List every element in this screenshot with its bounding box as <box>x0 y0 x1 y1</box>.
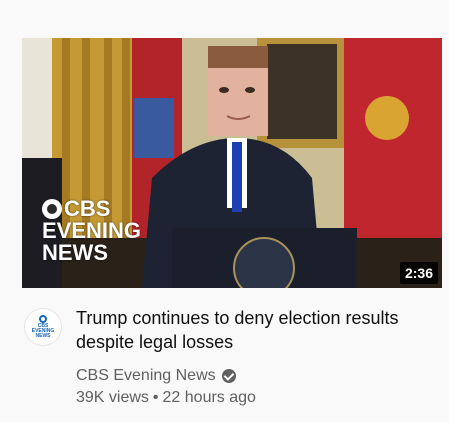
cbs-eye-icon <box>39 315 47 323</box>
video-title[interactable]: Trump continues to deny election results… <box>76 306 416 354</box>
logo-line-evening: EVENING <box>42 218 142 243</box>
video-metadata: 39K views • 22 hours ago <box>76 389 256 407</box>
channel-name-link[interactable]: CBS Evening News <box>76 367 236 385</box>
cbs-eye-icon <box>42 199 62 219</box>
video-card[interactable]: CBS EVENING NEWS 2:36 CBS EVENING NEWS T… <box>0 0 449 422</box>
video-thumbnail[interactable]: CBS EVENING NEWS 2:36 <box>22 38 442 288</box>
view-count: 39K views <box>76 389 149 406</box>
meta-separator: • <box>152 389 159 406</box>
avatar-line-3: NEWS <box>35 333 51 339</box>
channel-avatar[interactable]: CBS EVENING NEWS <box>25 309 61 345</box>
duration-badge: 2:36 <box>399 262 438 284</box>
thumbnail-channel-logo: CBS EVENING NEWS <box>42 198 141 264</box>
logo-line-cbs: CBS <box>64 196 111 221</box>
channel-name: CBS Evening News <box>76 367 216 384</box>
verified-check-icon <box>221 369 236 383</box>
logo-line-news: NEWS <box>42 240 108 265</box>
upload-age: 22 hours ago <box>162 389 256 406</box>
